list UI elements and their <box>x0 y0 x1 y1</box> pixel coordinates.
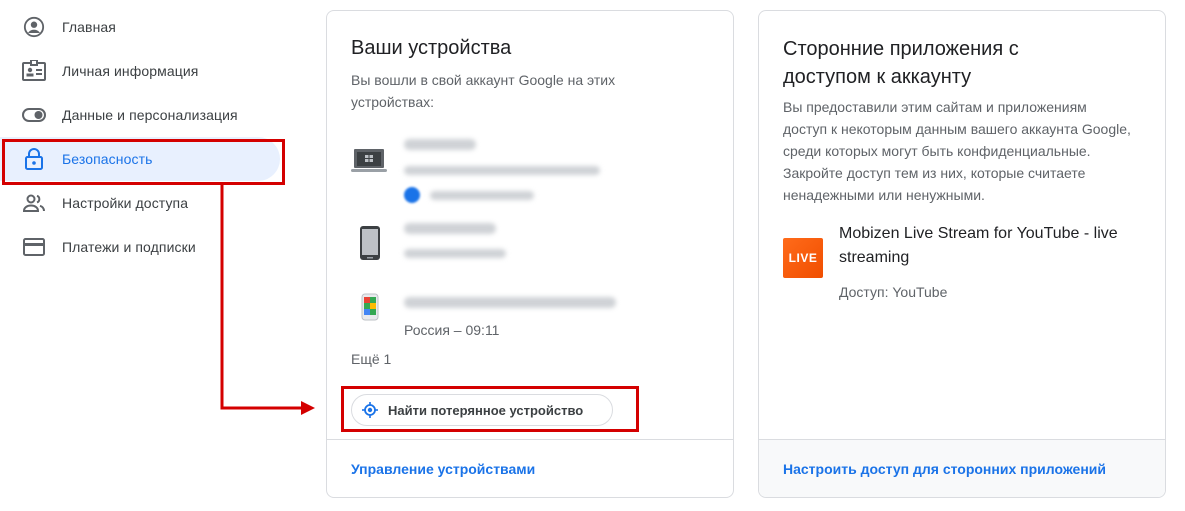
annotation-arrow <box>220 185 315 415</box>
devices-card-description: Вы вошли в свой аккаунт Google на этих у… <box>351 72 616 110</box>
devices-card: Ваши устройства Вы вошли в свой аккаунт … <box>326 10 734 498</box>
apps-card-description: Вы предоставили этим сайтам и приложения… <box>783 99 1131 203</box>
device-item[interactable] <box>351 217 691 273</box>
live-app-logo: LIVE <box>783 238 823 278</box>
find-lost-device-button[interactable]: Найти потерянное устройство <box>351 394 613 426</box>
phone-color-icon <box>361 293 397 333</box>
phone-icon <box>359 225 395 265</box>
crosshair-icon <box>362 402 378 418</box>
devices-card-footer: Управление устройствами <box>327 439 733 497</box>
check-circle-icon <box>404 187 420 203</box>
device-name <box>404 223 496 234</box>
device-location: Россия – 09:11 <box>404 322 500 338</box>
apps-card-footer: Настроить доступ для сторонних приложени… <box>759 439 1165 497</box>
device-location <box>404 249 506 258</box>
apps-card-title: Сторонние приложения с доступом к аккаун… <box>783 38 1019 88</box>
laptop-icon <box>351 147 387 187</box>
device-status <box>430 190 534 200</box>
device-item[interactable] <box>351 127 691 203</box>
app-access: Доступ: YouTube <box>839 284 948 300</box>
devices-card-title: Ваши устройства <box>351 37 512 59</box>
more-devices-link[interactable]: Ещё 1 <box>351 351 391 367</box>
third-party-apps-card: Сторонние приложения с доступом к аккаун… <box>758 10 1166 498</box>
app-name: Mobizen Live Stream for YouTube - live s… <box>839 225 1118 266</box>
manage-third-party-access-link[interactable]: Настроить доступ для сторонних приложени… <box>783 461 1106 477</box>
manage-devices-link[interactable]: Управление устройствами <box>351 461 535 477</box>
device-name <box>404 139 476 150</box>
device-item[interactable]: Россия – 09:11 <box>351 287 691 343</box>
device-name <box>404 297 616 308</box>
find-lost-device-label: Найти потерянное устройство <box>388 402 584 418</box>
device-location <box>404 166 600 175</box>
current-device-badge <box>404 187 534 203</box>
